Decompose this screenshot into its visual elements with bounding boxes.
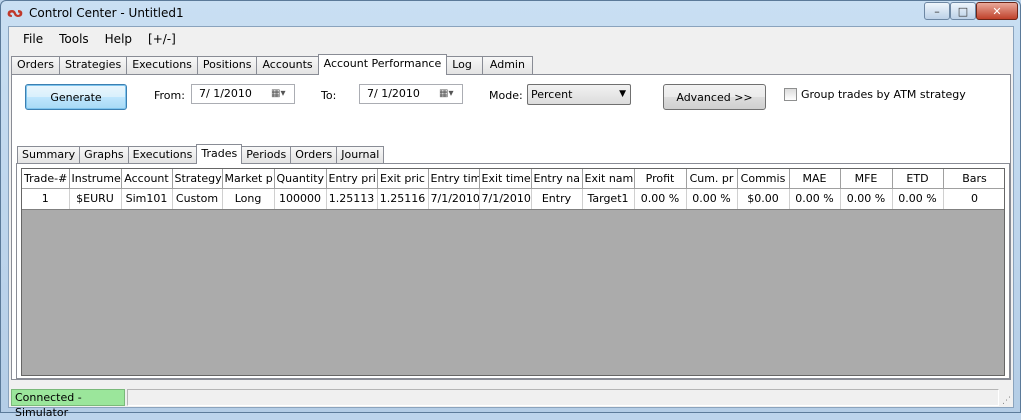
column-header[interactable]: Trade-# (22, 169, 70, 189)
menu-file[interactable]: File (15, 29, 51, 49)
column-header[interactable]: ETD (892, 169, 944, 189)
menu-help[interactable]: Help (97, 29, 140, 49)
table-cell: 0.00 % (789, 188, 841, 210)
ninja-logo-icon: ᔓ (7, 5, 23, 21)
column-header[interactable]: Cum. pr (686, 169, 738, 189)
table-cell: 0.00 % (686, 188, 738, 210)
column-header[interactable]: Quantity (274, 169, 327, 189)
column-header[interactable]: Commis (737, 169, 790, 189)
connection-status: Connected - Simulator (11, 389, 125, 419)
table-cell: $EURU (69, 188, 122, 210)
tab-graphs[interactable]: Graphs (79, 146, 129, 163)
menu-bar: File Tools Help [+/-] (9, 27, 1013, 51)
tab-log[interactable]: Log (446, 56, 483, 74)
column-header[interactable]: Entry tim (428, 169, 480, 189)
chevron-down-icon: ▼ (619, 89, 626, 99)
tab-trades[interactable]: Trades (196, 144, 243, 164)
tab-orders[interactable]: Orders (11, 56, 60, 74)
table-cell: 0.00 % (634, 188, 687, 210)
table-cell: Entry (531, 188, 583, 210)
to-date-value: 7/ 1/2010 (367, 87, 420, 100)
tab-positions[interactable]: Positions (196, 56, 258, 74)
status-bar: Connected - Simulator ⋰ (9, 387, 1013, 419)
column-header[interactable]: Instrume (69, 169, 122, 189)
advanced-button[interactable]: Advanced >> (663, 84, 766, 110)
table-cell: Sim101 (121, 188, 173, 210)
from-date-picker[interactable]: 7/ 1/2010 ▦▾ (191, 84, 295, 104)
trades-grid: Trade-# Instrume Account Strategy Market p Qu… (21, 168, 1005, 376)
table-row[interactable]: 1 $EURU Sim101 Custom Long 100000 1.25113 1.251… (22, 188, 1004, 210)
column-header[interactable]: Exit pric (377, 169, 429, 189)
table-cell: 7/1/2010 (428, 188, 480, 210)
table-cell: Long (222, 188, 275, 210)
column-header[interactable]: Exit nam (582, 169, 635, 189)
tab-executions[interactable]: Executions (126, 56, 198, 74)
client-area: File Tools Help [+/-] Orders Strategies … (8, 26, 1014, 419)
table-cell: Custom (172, 188, 223, 210)
control-center-window: ᔓ Control Center - Untitled1 – □ ✕ File … (0, 0, 1021, 419)
tab-periods[interactable]: Periods (241, 146, 292, 163)
group-trades-label[interactable]: Group trades by ATM strategy (801, 88, 966, 101)
account-performance-panel: Generate From: 7/ 1/2010 ▦▾ To: 7/ 1/201… (11, 74, 1011, 380)
table-cell: 1.25116 (377, 188, 429, 210)
column-header[interactable]: Profit (634, 169, 687, 189)
column-header[interactable]: Entry pri (326, 169, 378, 189)
table-cell: 0.00 % (840, 188, 893, 210)
status-panel (127, 389, 999, 406)
to-date-picker[interactable]: 7/ 1/2010 ▦▾ (359, 84, 463, 104)
table-cell: 0 (943, 188, 1004, 210)
table-cell: 7/1/2010 (479, 188, 532, 210)
main-tab-strip: Orders Strategies Executions Positions A… (11, 54, 533, 75)
group-trades-checkbox[interactable] (784, 88, 797, 101)
column-header[interactable]: Strategy (172, 169, 223, 189)
calendar-dropdown-icon[interactable]: ▦▾ (439, 88, 459, 100)
tab-accounts[interactable]: Accounts (256, 56, 319, 74)
horizontal-splitter[interactable] (11, 382, 1011, 385)
minimize-button[interactable]: – (924, 2, 950, 20)
column-header[interactable]: Entry na (531, 169, 583, 189)
table-cell: $0.00 (737, 188, 790, 210)
tab-journal[interactable]: Journal (336, 146, 385, 163)
mode-selected-value: Percent (531, 88, 573, 101)
menu-tools[interactable]: Tools (51, 29, 97, 49)
tab-strategies[interactable]: Strategies (59, 56, 128, 74)
to-label: To: (321, 89, 337, 102)
from-date-value: 7/ 1/2010 (199, 87, 252, 100)
table-cell: 1.25113 (326, 188, 378, 210)
trades-table: Trade-# Instrume Account Strategy Market p Qu… (22, 169, 1004, 210)
table-cell: 1 (22, 188, 70, 210)
calendar-dropdown-icon[interactable]: ▦▾ (271, 88, 291, 100)
table-cell: 0.00 % (892, 188, 944, 210)
maximize-button[interactable]: □ (950, 2, 976, 20)
trades-panel: Trade-# Instrume Account Strategy Market p Qu… (16, 163, 1010, 379)
column-header[interactable]: Account (121, 169, 173, 189)
column-header[interactable]: Market p (222, 169, 275, 189)
resize-grip-icon[interactable]: ⋰ (1002, 396, 1011, 406)
window-title: Control Center - Untitled1 (29, 6, 184, 20)
mode-select[interactable]: Percent ▼ (527, 84, 631, 105)
table-cell: 100000 (274, 188, 327, 210)
title-bar[interactable]: ᔓ Control Center - Untitled1 – □ ✕ (1, 1, 1020, 25)
tab-admin[interactable]: Admin (481, 56, 533, 74)
column-header[interactable]: Bars (943, 169, 1004, 189)
from-label: From: (154, 89, 185, 102)
table-cell: Target1 (582, 188, 635, 210)
tab-executions-inner[interactable]: Executions (127, 146, 198, 163)
column-header[interactable]: MAE (789, 169, 841, 189)
table-header-row: Trade-# Instrume Account Strategy Market p Qu… (22, 169, 1004, 189)
tab-orders-inner[interactable]: Orders (290, 146, 338, 163)
menu-toggle[interactable]: [+/-] (140, 29, 184, 49)
close-button[interactable]: ✕ (976, 2, 1018, 20)
tab-account-performance[interactable]: Account Performance (317, 54, 448, 75)
mode-label: Mode: (489, 89, 523, 102)
generate-button[interactable]: Generate (25, 84, 127, 110)
tab-summary[interactable]: Summary (17, 146, 81, 163)
column-header[interactable]: Exit time (479, 169, 532, 189)
column-header[interactable]: MFE (840, 169, 893, 189)
performance-tab-strip: Summary Graphs Executions Trades Periods… (17, 143, 385, 164)
